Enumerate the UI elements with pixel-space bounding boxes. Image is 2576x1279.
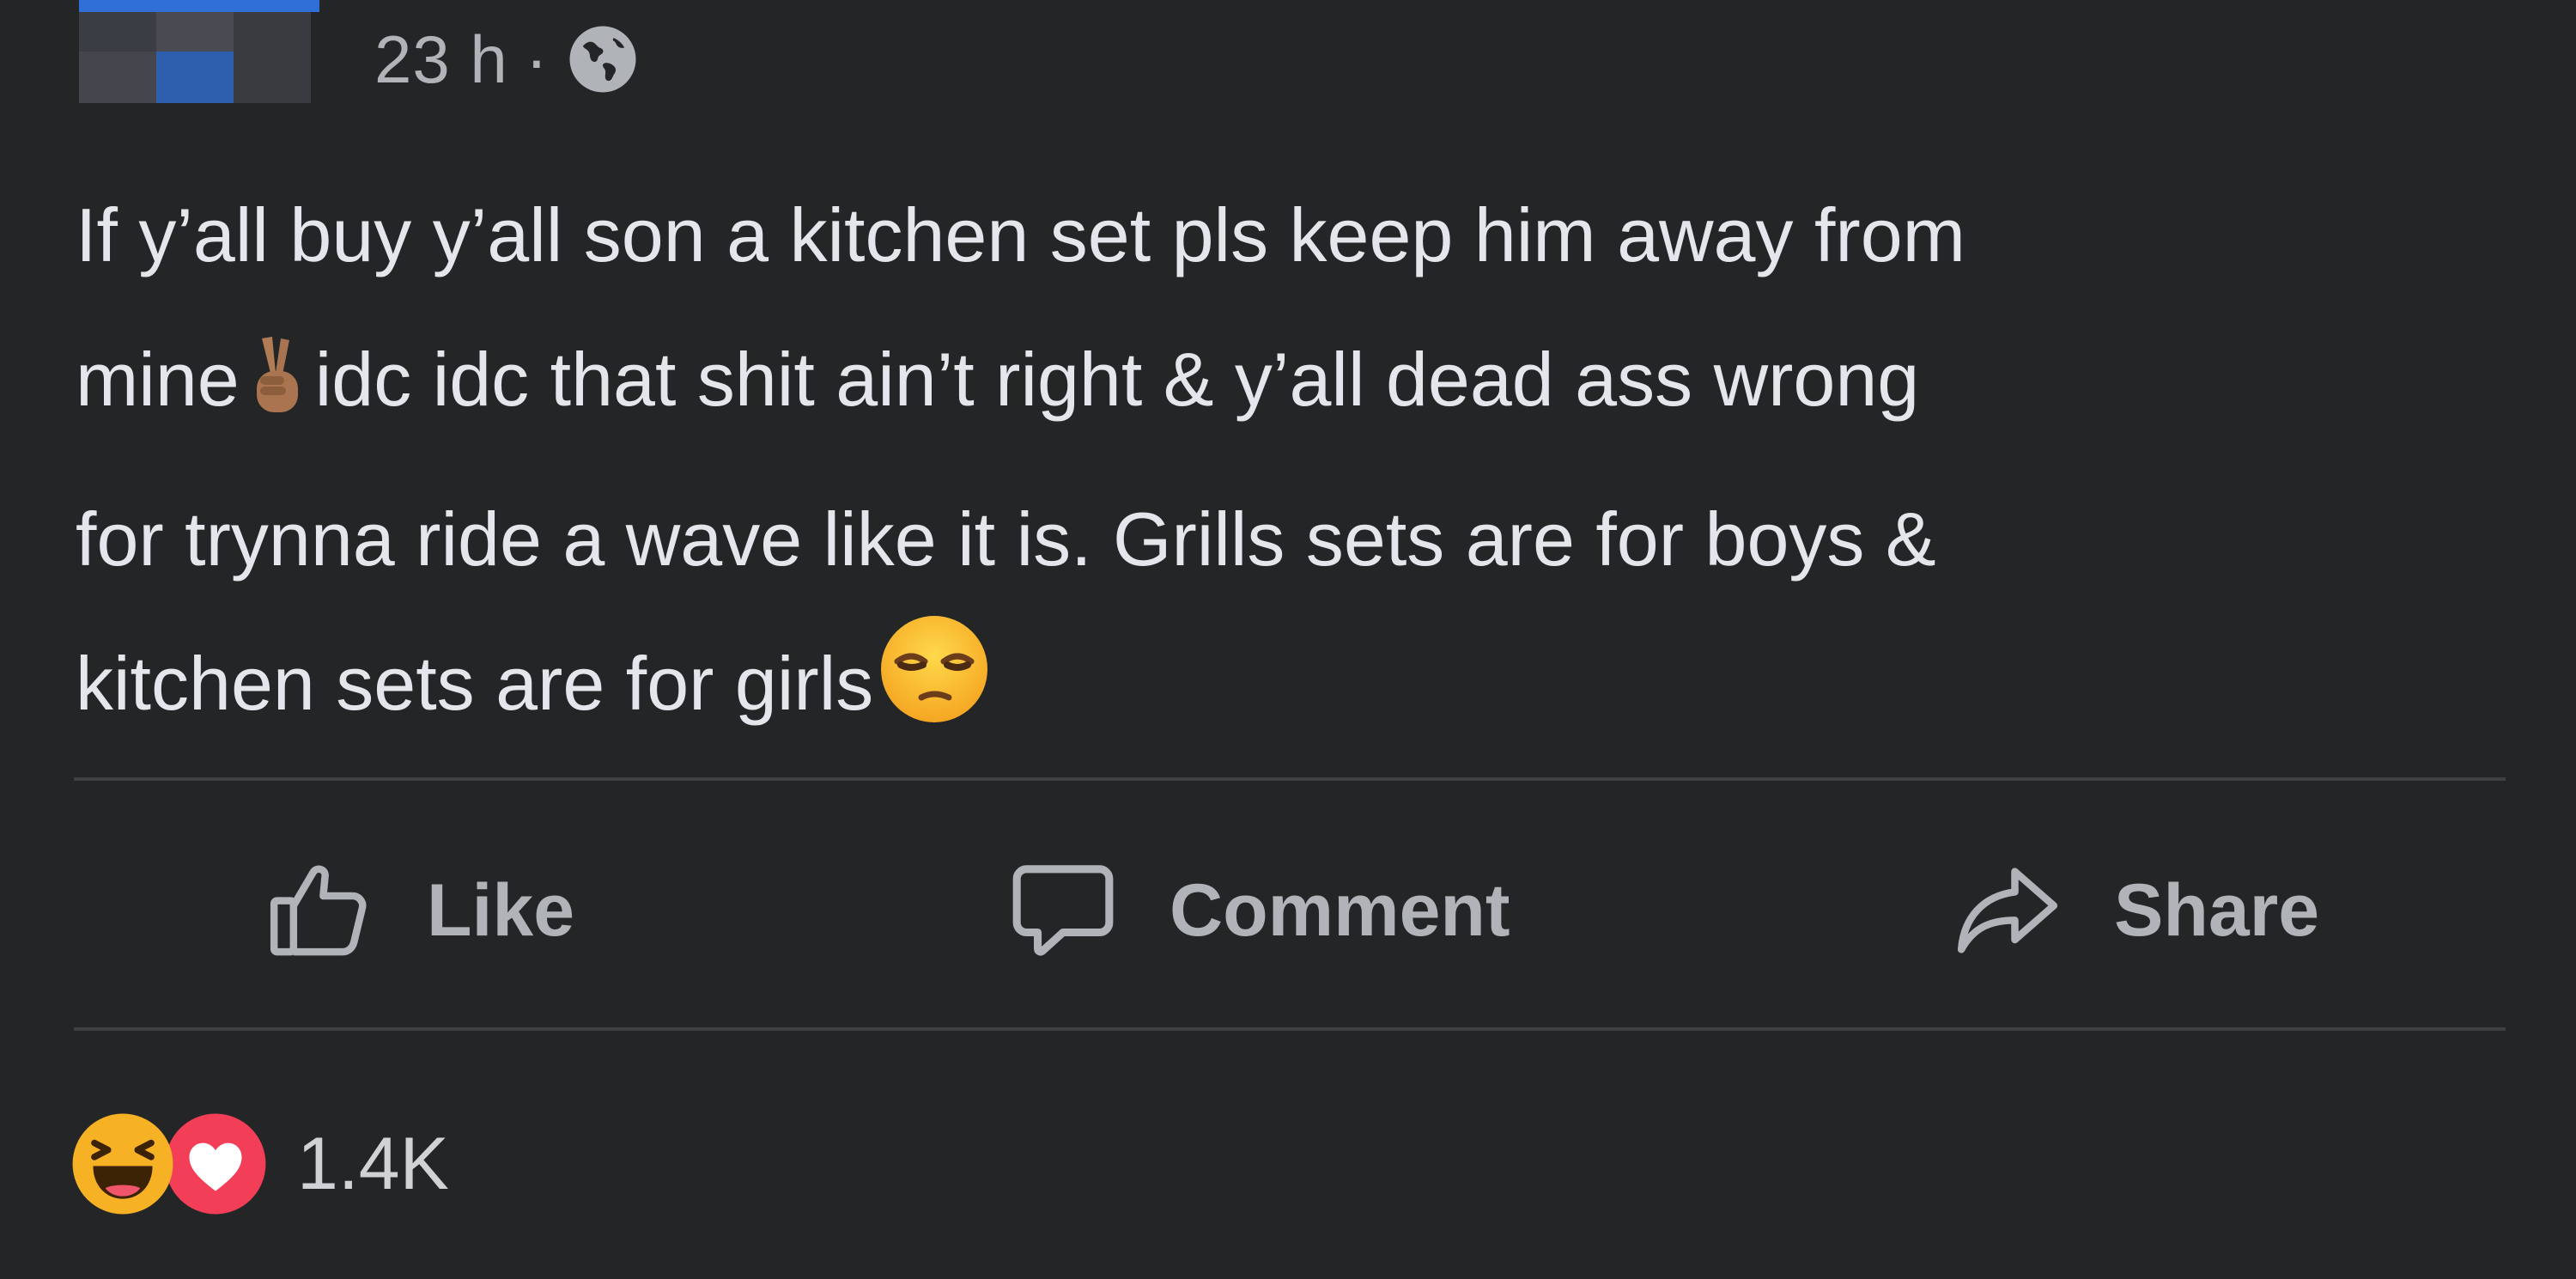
globe-icon xyxy=(569,26,636,93)
love-reaction-icon xyxy=(165,1113,266,1215)
divider-top xyxy=(74,777,2506,781)
haha-reaction-icon xyxy=(72,1113,173,1215)
victory-hand-emoji xyxy=(250,323,303,467)
comment-label: Comment xyxy=(1170,868,1510,952)
facebook-post: 23 h · If y’all buy y’all son a kitchen … xyxy=(0,0,2576,1279)
avatar[interactable] xyxy=(79,0,319,103)
comment-icon xyxy=(1012,865,1114,956)
post-meta: 23 h · xyxy=(374,12,639,107)
post-text-line: mine idc idc that shit ain’t right & y’al… xyxy=(76,308,2531,467)
share-button[interactable]: Share xyxy=(1949,825,2319,996)
divider-bottom xyxy=(74,1027,2506,1031)
like-button[interactable]: Like xyxy=(262,825,574,996)
share-label: Share xyxy=(2114,868,2320,952)
post-text-segment: mine xyxy=(76,337,240,422)
post-text-line: If y’all buy y’all son a kitchen set pls… xyxy=(76,192,1965,277)
reactions-summary[interactable]: 1.4K xyxy=(70,1108,449,1220)
comment-button[interactable]: Comment xyxy=(1005,825,1510,996)
post-timestamp[interactable]: 23 h xyxy=(374,21,508,99)
post-text-segment: kitchen sets are for girls xyxy=(76,641,874,726)
unamused-face-emoji xyxy=(878,613,990,771)
reaction-count: 1.4K xyxy=(297,1122,449,1205)
post-text-line: for trynna ride a wave like it is. Grill… xyxy=(76,496,1936,582)
like-label: Like xyxy=(427,868,575,952)
post-text: If y’all buy y’all son a kitchen set pls… xyxy=(76,163,2531,771)
post-text-segment: idc idc that shit ain’t right & y’all de… xyxy=(314,337,1920,422)
share-icon xyxy=(1957,868,2058,953)
thumbs-up-icon xyxy=(270,865,367,956)
post-text-line: kitchen sets are for girls xyxy=(76,612,2531,771)
meta-separator: · xyxy=(525,21,548,97)
